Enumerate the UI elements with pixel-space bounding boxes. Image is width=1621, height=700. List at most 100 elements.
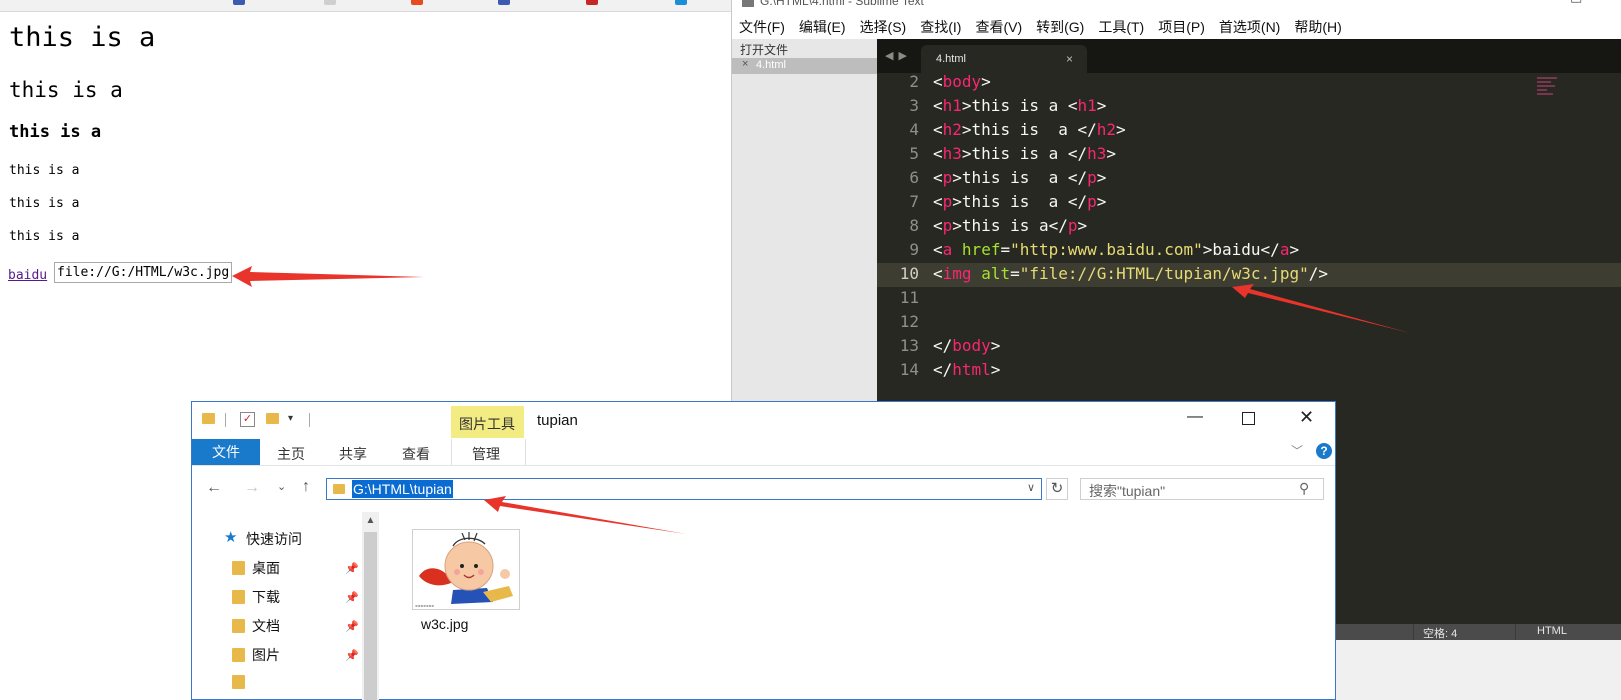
- code-line: <h3>this is a </h3>: [933, 144, 1117, 163]
- window-title: G:\HTML\4.html - Sublime Text: [742, 0, 924, 8]
- file-name-label[interactable]: w3c.jpg: [421, 616, 468, 632]
- minimize-icon[interactable]: —: [1512, 0, 1525, 5]
- scroll-up-icon[interactable]: ▲: [362, 512, 379, 530]
- minimize-icon[interactable]: —: [1187, 408, 1203, 426]
- sidebar-open-file[interactable]: × 4.html: [732, 58, 877, 74]
- bookmark-icon[interactable]: [586, 0, 598, 5]
- tab-4-html[interactable]: 4.html ×: [921, 45, 1087, 73]
- bookmark-icon[interactable]: [411, 0, 423, 5]
- menu-bar: 文件(F) 编辑(E) 选择(S) 查找(I) 查看(V) 转到(G) 工具(T…: [732, 14, 1621, 39]
- code-line: <a href="http:www.baidu.com">baidu</a>: [933, 240, 1300, 259]
- line-number: 6: [909, 168, 919, 187]
- context-tab-label: 图片工具: [459, 416, 515, 432]
- pin-icon[interactable]: 📌: [345, 591, 359, 604]
- properties-icon[interactable]: ✓: [240, 412, 255, 427]
- menu-help[interactable]: 帮助(H): [1294, 17, 1341, 37]
- baidu-link[interactable]: baidu: [8, 268, 47, 283]
- scrollbar-thumb[interactable]: [364, 532, 377, 700]
- up-arrow-icon[interactable]: ↑: [302, 478, 310, 496]
- expand-ribbon-icon[interactable]: ﹀: [1291, 442, 1303, 459]
- documents-folder-icon: [232, 619, 245, 633]
- desktop-folder-icon: [232, 561, 245, 575]
- folder-icon: [333, 484, 345, 494]
- tab-bar: ◀▶ 4.html ×: [877, 39, 1621, 73]
- back-arrow-icon[interactable]: ←: [206, 479, 222, 497]
- help-icon[interactable]: ?: [1316, 443, 1332, 459]
- menu-tools[interactable]: 工具(T): [1098, 17, 1144, 37]
- minimap[interactable]: [1537, 75, 1559, 103]
- address-bar[interactable]: G:\HTML\tupian ∨: [326, 478, 1042, 500]
- sublime-app-icon: [742, 0, 754, 7]
- menu-goto[interactable]: 转到(G): [1036, 17, 1084, 37]
- indentation-status[interactable]: 空格: 4: [1423, 625, 1457, 641]
- ribbon-tabs: 文件 主页 共享 查看 管理 ﹀ ?: [192, 439, 1335, 466]
- navigation-row: ← → ⌄ ↑ G:\HTML\tupian ∨ ↻ 搜索"tupian" ⚲: [192, 476, 1335, 506]
- address-path[interactable]: G:\HTML\tupian: [352, 480, 453, 498]
- pin-icon[interactable]: 📌: [345, 649, 359, 662]
- nav-item-pictures[interactable]: 图片: [232, 645, 280, 665]
- line-number: 13: [899, 336, 919, 355]
- customize-toolbar-icon[interactable]: ▾: [288, 413, 293, 424]
- bookmark-icon[interactable]: [233, 0, 245, 5]
- ribbon-tab-view[interactable]: 查看: [402, 444, 430, 464]
- nav-item-desktop[interactable]: 桌面: [232, 558, 280, 578]
- nav-item-downloads[interactable]: 下载: [232, 587, 280, 607]
- ribbon-tab-file[interactable]: 文件: [192, 439, 260, 465]
- sidebar-file-name: 4.html: [756, 59, 786, 71]
- sidebar-header: 打开文件: [740, 43, 789, 57]
- close-icon[interactable]: ✕: [1299, 407, 1314, 428]
- menu-project[interactable]: 项目(P): [1158, 17, 1205, 37]
- status-divider: [1413, 624, 1414, 640]
- line-number: 8: [909, 216, 919, 235]
- ribbon-tab-home[interactable]: 主页: [277, 444, 305, 464]
- pin-icon[interactable]: 📌: [345, 562, 359, 575]
- window-title: tupian: [537, 412, 578, 429]
- navigation-pane: ★ 快速访问 桌面 📌 下载 📌 文档 📌 图片 📌 ▲: [192, 512, 380, 700]
- star-icon: ★: [224, 529, 238, 546]
- tab-scroll-arrows-icon[interactable]: ◀▶: [885, 49, 912, 62]
- new-folder-icon[interactable]: [266, 413, 279, 424]
- line-number: 12: [899, 312, 919, 331]
- search-icon[interactable]: ⚲: [1299, 480, 1309, 497]
- paragraph: this is a: [9, 196, 80, 211]
- menu-file[interactable]: 文件(F): [739, 17, 785, 37]
- bookmark-icon[interactable]: [498, 0, 510, 5]
- code-line: <p>this is a </p>: [933, 192, 1107, 211]
- window-title-text: G:\HTML\4.html - Sublime Text: [760, 0, 924, 8]
- line-number: 9: [909, 240, 919, 259]
- paragraph: this is a: [9, 163, 80, 178]
- maximize-icon[interactable]: [1242, 412, 1255, 425]
- code-line: <p>this is a </p>: [933, 168, 1107, 187]
- search-input[interactable]: 搜索"tupian" ⚲: [1080, 478, 1324, 500]
- divider: [225, 413, 226, 427]
- line-number: 2: [909, 72, 919, 91]
- address-dropdown-icon[interactable]: ∨: [1027, 481, 1035, 494]
- divider: [309, 413, 310, 427]
- line-number: 4: [909, 120, 919, 139]
- ribbon-tab-manage[interactable]: 管理: [472, 444, 500, 464]
- nav-item-label: 下载: [252, 589, 280, 605]
- menu-edit[interactable]: 编辑(E): [799, 17, 846, 37]
- search-placeholder: 搜索"tupian": [1089, 483, 1166, 499]
- close-tab-icon[interactable]: ×: [1066, 52, 1073, 66]
- refresh-icon[interactable]: ↻: [1046, 478, 1068, 500]
- ribbon-tab-share[interactable]: 共享: [339, 444, 367, 464]
- maximize-icon[interactable]: □: [1570, 0, 1582, 5]
- nav-quick-access[interactable]: 快速访问: [246, 529, 302, 549]
- pin-icon[interactable]: 📌: [345, 620, 359, 633]
- close-file-icon[interactable]: ×: [742, 58, 748, 70]
- menu-view[interactable]: 查看(V): [975, 17, 1022, 37]
- forward-arrow-icon[interactable]: →: [244, 479, 260, 497]
- heading-2: this is a: [9, 78, 123, 102]
- nav-item-documents[interactable]: 文档: [232, 616, 280, 636]
- menu-find[interactable]: 查找(I): [920, 17, 961, 37]
- recent-locations-icon[interactable]: ⌄: [277, 480, 286, 493]
- bookmark-icon[interactable]: [675, 0, 687, 5]
- w3c-jpg-thumbnail[interactable]: ▪▪▪▪▪▪▪: [412, 529, 520, 610]
- code-line: </html>: [933, 360, 1001, 379]
- bookmark-icon[interactable]: [324, 0, 336, 5]
- menu-preferences[interactable]: 首选项(N): [1219, 17, 1280, 37]
- menu-selection[interactable]: 选择(S): [860, 17, 907, 37]
- syntax-status[interactable]: HTML: [1537, 625, 1567, 637]
- nav-item-more[interactable]: [232, 674, 252, 690]
